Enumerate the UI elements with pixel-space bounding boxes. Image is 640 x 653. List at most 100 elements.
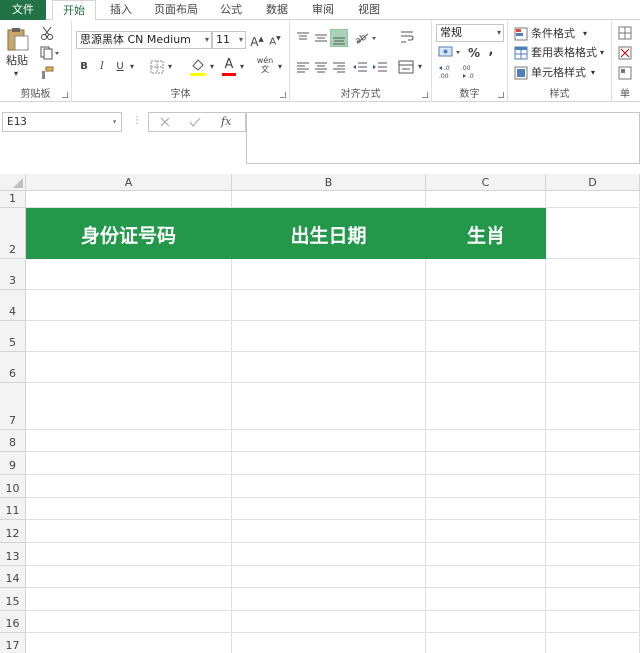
decrease-decimal-icon[interactable]: .00.0	[460, 64, 478, 80]
percent-style-button[interactable]: %	[468, 46, 480, 60]
accounting-format-icon[interactable]	[438, 45, 462, 59]
clipboard-launcher-icon[interactable]	[62, 92, 68, 98]
column-header-a[interactable]: A	[26, 174, 232, 191]
phonetic-guide-icon[interactable]: wén 文	[252, 56, 278, 74]
row-header[interactable]: 14	[0, 566, 26, 588]
merge-center-icon[interactable]	[398, 60, 414, 74]
header-cell-birth-date[interactable]: 出生日期	[232, 208, 426, 259]
grid-cell[interactable]	[426, 452, 546, 475]
grid-cell[interactable]	[26, 352, 232, 383]
row-header[interactable]: 16	[0, 611, 26, 633]
increase-indent-icon[interactable]	[372, 62, 388, 74]
grid-cell[interactable]	[426, 498, 546, 520]
row-header[interactable]: 9	[0, 452, 26, 475]
conditional-formatting-button[interactable]: 条件格式 ▾	[512, 26, 610, 42]
grid-cell[interactable]	[546, 543, 640, 566]
row-header[interactable]: 13	[0, 543, 26, 566]
grid-cell[interactable]	[546, 588, 640, 611]
delete-cells-icon[interactable]	[618, 46, 632, 60]
column-header-b[interactable]: B	[232, 174, 426, 191]
grid-cell[interactable]	[546, 498, 640, 520]
align-left-icon[interactable]	[296, 62, 310, 74]
grid-cell[interactable]	[426, 321, 546, 352]
align-middle-icon[interactable]	[314, 32, 328, 44]
grid-cell[interactable]	[426, 475, 546, 498]
font-color-dropdown-icon[interactable]: ▾	[238, 60, 246, 74]
grid-cell[interactable]	[26, 191, 232, 208]
grid-cell[interactable]	[232, 452, 426, 475]
column-header-c[interactable]: C	[426, 174, 546, 191]
grid-cell[interactable]	[26, 259, 232, 290]
grid-cell[interactable]	[546, 208, 640, 259]
cell-styles-button[interactable]: 单元格样式 ▾	[512, 65, 610, 81]
grid-cell[interactable]	[26, 321, 232, 352]
grid-cell[interactable]	[26, 566, 232, 588]
enter-icon[interactable]	[189, 116, 201, 128]
row-header[interactable]: 11	[0, 498, 26, 520]
font-size-dropdown[interactable]: 11 ▾	[212, 31, 246, 49]
grid-cell[interactable]	[426, 383, 546, 430]
cut-icon[interactable]	[40, 26, 54, 40]
grid-cell[interactable]	[426, 191, 546, 208]
italic-button[interactable]: I	[96, 60, 108, 74]
formula-input[interactable]	[246, 112, 640, 164]
row-header[interactable]: 2	[0, 208, 26, 259]
grid-cell[interactable]	[426, 588, 546, 611]
align-bottom-icon[interactable]	[330, 29, 348, 47]
row-header[interactable]: 8	[0, 430, 26, 452]
grid-cell[interactable]	[26, 290, 232, 321]
grid-cell[interactable]	[26, 430, 232, 452]
grid-cell[interactable]	[546, 520, 640, 543]
grid-cell[interactable]	[232, 543, 426, 566]
font-color-icon[interactable]: A	[222, 58, 236, 72]
alignment-launcher-icon[interactable]	[422, 92, 428, 98]
tab-review[interactable]: 审阅	[308, 0, 338, 20]
comma-style-button[interactable]: ,	[486, 44, 496, 58]
font-name-dropdown[interactable]: 思源黑体 CN Medium ▾	[76, 31, 212, 49]
grid-cell[interactable]	[232, 520, 426, 543]
grid-cell[interactable]	[232, 191, 426, 208]
paste-dropdown-icon[interactable]: ▾	[14, 67, 18, 81]
border-dropdown-icon[interactable]: ▾	[166, 60, 174, 74]
cancel-icon[interactable]	[159, 116, 171, 128]
underline-button[interactable]: U	[114, 60, 126, 74]
grid-cell[interactable]	[546, 352, 640, 383]
grid-cell[interactable]	[426, 611, 546, 633]
grid-cell[interactable]	[232, 383, 426, 430]
header-cell-id-number[interactable]: 身份证号码	[26, 208, 232, 259]
grid-cell[interactable]	[546, 633, 640, 653]
row-header[interactable]: 10	[0, 475, 26, 498]
tab-data[interactable]: 数据	[262, 0, 292, 20]
fill-color-icon[interactable]	[190, 58, 206, 72]
grid-cell[interactable]	[232, 475, 426, 498]
grid-cell[interactable]	[26, 588, 232, 611]
grid-cell[interactable]	[232, 321, 426, 352]
row-header[interactable]: 5	[0, 321, 26, 352]
tab-page-layout[interactable]: 页面布局	[148, 0, 204, 20]
tab-home[interactable]: 开始	[52, 0, 96, 21]
row-header[interactable]: 3	[0, 259, 26, 290]
shrink-font-icon[interactable]: A▼	[268, 32, 282, 49]
grid-cell[interactable]	[232, 259, 426, 290]
grid-cell[interactable]	[26, 452, 232, 475]
insert-cells-icon[interactable]	[618, 26, 632, 40]
wrap-text-icon[interactable]	[400, 30, 414, 44]
align-right-icon[interactable]	[332, 62, 346, 74]
grid-cell[interactable]	[26, 520, 232, 543]
grid-cell[interactable]	[546, 452, 640, 475]
grid-cell[interactable]	[426, 430, 546, 452]
grid-cell[interactable]	[546, 430, 640, 452]
grid-cell[interactable]	[232, 352, 426, 383]
row-header[interactable]: 7	[0, 383, 26, 430]
tab-view[interactable]: 视图	[354, 0, 384, 20]
tab-formulas[interactable]: 公式	[216, 0, 246, 20]
format-cells-icon[interactable]	[618, 66, 632, 80]
row-header[interactable]: 17	[0, 633, 26, 653]
number-format-dropdown[interactable]: 常规 ▾	[436, 24, 504, 42]
border-icon[interactable]	[150, 60, 164, 74]
grid-cell[interactable]	[26, 475, 232, 498]
increase-decimal-icon[interactable]: .0.00	[438, 64, 456, 80]
insert-function-icon[interactable]: fx	[221, 115, 231, 128]
merge-dropdown-icon[interactable]: ▾	[416, 60, 424, 74]
formula-bar-splitter-icon[interactable]: ⋮	[132, 115, 142, 126]
